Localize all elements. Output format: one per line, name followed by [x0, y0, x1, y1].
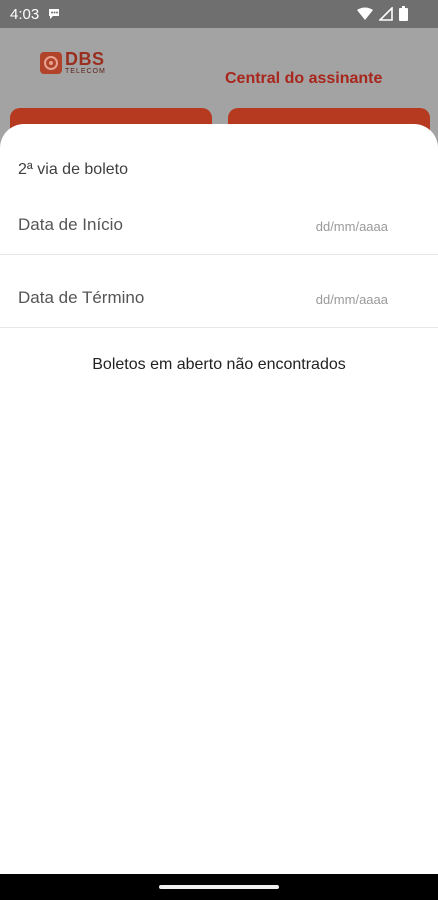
start-date-input[interactable]: [268, 219, 388, 234]
sheet-title: 2ª via de boleto: [18, 161, 128, 178]
end-date-row[interactable]: Data de Término: [0, 271, 438, 328]
dbs-logo: DBS TELECOM: [40, 50, 106, 75]
status-bar: 4:03: [0, 0, 438, 28]
end-date-input[interactable]: [268, 292, 388, 307]
page-title: Central do assinante: [225, 70, 383, 87]
status-icons: [357, 6, 408, 21]
logo-sub: TELECOM: [65, 68, 106, 75]
message-icon: [49, 9, 60, 19]
app-header: DBS TELECOM Central do assinante: [0, 28, 438, 100]
status-time: 4:03: [10, 5, 40, 23]
empty-state-message: Boletos em aberto não encontrados: [92, 356, 346, 373]
home-gesture-handle[interactable]: [159, 885, 279, 889]
logo-name: DBS: [65, 49, 105, 69]
navigation-bar: [0, 874, 438, 900]
start-date-label: Data de Início: [18, 215, 123, 234]
wifi-icon: [357, 7, 373, 20]
logo-mark-icon: [40, 51, 62, 74]
signal-icon: [379, 6, 393, 21]
start-date-row[interactable]: Data de Início: [0, 198, 438, 255]
battery-icon: [399, 6, 408, 21]
end-date-label: Data de Término: [18, 288, 145, 307]
boleto-bottom-sheet: 2ª via de boleto Data de Início Data de …: [0, 124, 438, 874]
